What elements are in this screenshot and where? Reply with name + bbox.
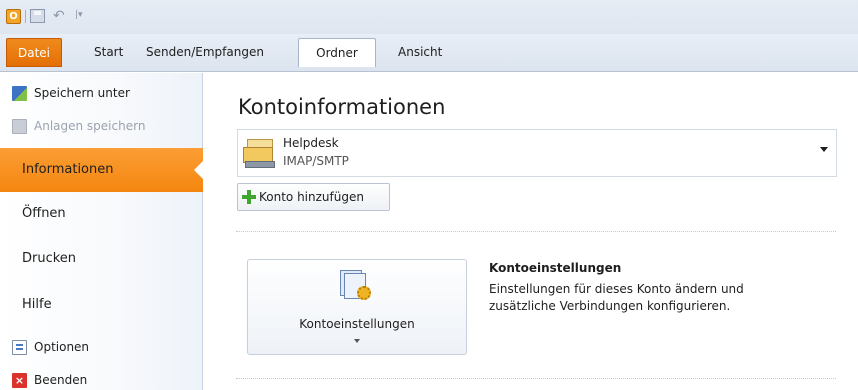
tab-send-receive[interactable]: Senden/Empfangen (132, 38, 278, 67)
save-as-icon (12, 86, 27, 101)
mail-account-icon (243, 139, 277, 169)
tab-file[interactable]: Datei (6, 38, 62, 67)
plus-icon (242, 190, 256, 204)
section-divider (236, 378, 836, 379)
account-type: IMAP/SMTP (283, 154, 349, 168)
nav-tab-info[interactable]: Informationen (0, 148, 204, 192)
exit-icon: × (12, 373, 27, 388)
nav-tab-print[interactable]: Drucken (0, 237, 197, 281)
undo-icon[interactable]: ↶ (53, 9, 67, 23)
outlook-icon[interactable]: O (6, 9, 21, 24)
backstage-nav: Speichern unter Anlagen speichern Inform… (0, 73, 204, 390)
quick-access-toolbar: O ↶ |▾ (0, 0, 858, 34)
chevron-down-icon[interactable] (820, 147, 828, 152)
account-info-pane: Kontoinformationen Helpdesk IMAP/SMTP Ko… (204, 73, 858, 390)
account-selector[interactable]: Helpdesk IMAP/SMTP (237, 129, 837, 177)
account-settings-label: Kontoeinstellungen (299, 317, 415, 331)
account-settings-button[interactable]: Kontoeinstellungen (247, 259, 467, 355)
page-title: Kontoinformationen (238, 95, 446, 119)
options-icon (12, 340, 27, 355)
tab-view[interactable]: Ansicht (384, 38, 456, 67)
add-account-button[interactable]: Konto hinzufügen (237, 183, 390, 211)
add-account-label: Konto hinzufügen (259, 190, 364, 204)
ribbon-tab-bar: Datei Start Senden/Empfangen Ordner Ansi… (0, 34, 858, 72)
nav-tab-help[interactable]: Hilfe (0, 283, 197, 327)
account-settings-icon (340, 270, 374, 304)
toolbar-separator (25, 10, 26, 23)
customize-toolbar-icon[interactable]: |▾ (75, 10, 83, 20)
save-as-label: Speichern unter (34, 86, 130, 100)
save-attachments-label: Anlagen speichern (34, 119, 146, 133)
nav-tab-open[interactable]: Öffnen (0, 192, 197, 236)
save-icon[interactable] (30, 9, 45, 23)
options-label: Optionen (34, 340, 90, 354)
save-attachments-icon (12, 119, 27, 134)
tab-folder[interactable]: Ordner (298, 38, 376, 67)
caret-down-icon (354, 339, 360, 343)
tab-start[interactable]: Start (80, 38, 137, 67)
account-name: Helpdesk (283, 136, 339, 150)
exit-label: Beenden (34, 373, 88, 387)
account-settings-heading: Kontoeinstellungen (489, 261, 622, 275)
account-settings-description: Einstellungen für dieses Konto ändern un… (489, 282, 744, 313)
section-divider (236, 231, 836, 232)
